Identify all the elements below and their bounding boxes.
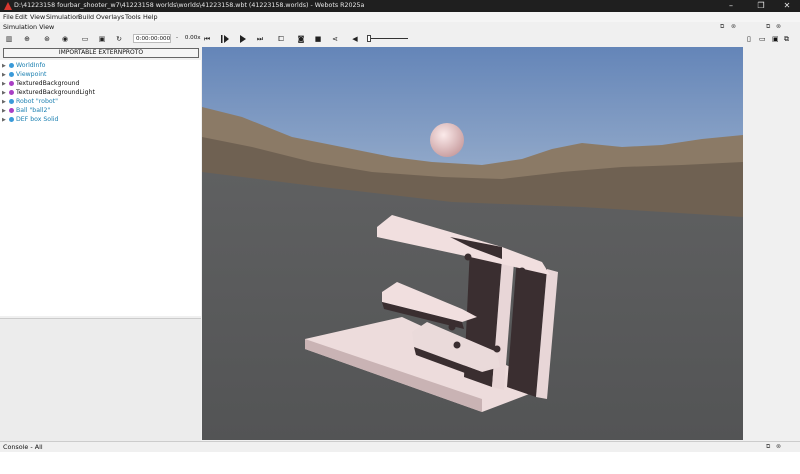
tree-item-label: DEF box Solid	[16, 116, 59, 123]
tree-item-label: TexturedBackground	[16, 80, 80, 87]
expand-arrow-icon[interactable]: ▶	[2, 63, 9, 69]
view-icon[interactable]: ◉	[60, 34, 70, 44]
menu-edit[interactable]: Edit	[15, 13, 27, 21]
step-icon[interactable]	[238, 34, 248, 44]
console-label: Console - All	[3, 443, 43, 451]
scene-tree: ▶ WorldInfo ▶ Viewpoint ▶ TexturedBackgr…	[0, 60, 201, 316]
tree-item-robot[interactable]: ▶ Robot "robot"	[2, 97, 58, 106]
console-output[interactable]	[0, 452, 800, 474]
robot-hole	[518, 267, 526, 275]
step-back-icon[interactable]: ⏮	[202, 34, 212, 44]
render-icon[interactable]: ⧠	[276, 34, 286, 44]
tree-item-label: WorldInfo	[16, 62, 46, 69]
close-button[interactable]: ✕	[776, 0, 798, 12]
tree-item-label: Robot "robot"	[16, 98, 58, 105]
expand-arrow-icon[interactable]: ▶	[2, 99, 9, 105]
console-close-icon[interactable]: ⊗	[776, 443, 781, 450]
menu-build[interactable]: Build	[78, 13, 94, 21]
node-dot-icon	[9, 117, 14, 122]
console-header: Console - All ⧉ ⊗	[0, 441, 800, 452]
menu-view[interactable]: View	[30, 13, 45, 21]
minimize-button[interactable]: –	[720, 0, 742, 12]
new-file-icon[interactable]: ▯	[747, 35, 751, 43]
save-all-icon[interactable]: ⧉	[784, 35, 789, 44]
tree-item-worldinfo[interactable]: ▶ WorldInfo	[2, 61, 45, 70]
node-dot-icon	[9, 72, 14, 77]
simulation-3d-viewport[interactable]	[202, 47, 743, 440]
menu-tools[interactable]: Tools	[125, 13, 141, 21]
add-node-icon[interactable]: ⊕	[22, 34, 32, 44]
robot-hole	[488, 269, 496, 277]
expand-arrow-icon[interactable]: ▶	[2, 90, 9, 96]
node-dot-icon	[9, 90, 14, 95]
speed-prefix: -	[176, 35, 179, 41]
robot-hole	[448, 323, 456, 331]
robot-hole	[493, 345, 501, 353]
panel-close-icon[interactable]: ⊗	[731, 23, 736, 30]
window-title: D:\41223158 fourbar_shooter_w7\41223158 …	[14, 2, 365, 9]
volume-icon[interactable]: ◀	[350, 34, 360, 44]
ball	[430, 123, 464, 157]
speed-readout: - 0.00x	[176, 35, 201, 41]
menu-file[interactable]: File	[3, 13, 14, 21]
console-float-icon[interactable]: ⧉	[766, 443, 770, 451]
open-file-icon[interactable]: ▭	[759, 35, 766, 43]
expand-arrow-icon[interactable]: ▶	[2, 72, 9, 78]
fast-forward-icon[interactable]: ⏭	[255, 34, 265, 44]
field-editor-panel	[0, 318, 201, 441]
speed-value: 0.00x	[184, 35, 201, 41]
maximize-button[interactable]: ❐	[750, 0, 772, 12]
simulation-view-label: Simulation View	[3, 23, 55, 31]
main-toolbar: ▥ ⊕ ⊛ ◉ ▭ ▣ ↻ ⏮ ⏭ ⧠ ◙ ■ ⋖ ◀	[0, 32, 800, 46]
window-titlebar: D:\41223158 fourbar_shooter_w7\41223158 …	[0, 0, 800, 12]
simulation-time: 0:00:00:000	[133, 34, 171, 43]
panel-float-icon-2[interactable]: ⧉	[766, 23, 770, 31]
panel-float-icon[interactable]: ⧉	[720, 23, 724, 31]
expand-arrow-icon[interactable]: ▶	[2, 117, 9, 123]
stop-icon[interactable]: ■	[313, 34, 323, 44]
node-dot-icon	[9, 81, 14, 86]
tree-item-texturedbackgroundlight[interactable]: ▶ TexturedBackgroundLight	[2, 88, 95, 97]
volume-slider-handle[interactable]	[367, 35, 371, 42]
open-icon[interactable]: ▭	[80, 34, 90, 44]
reload-icon[interactable]: ↻	[114, 34, 124, 44]
panel-close-icon-2[interactable]: ⊗	[776, 23, 781, 30]
tree-item-label: Viewpoint	[16, 71, 47, 78]
menu-help[interactable]: Help	[143, 13, 158, 21]
tree-item-label: TexturedBackgroundLight	[16, 89, 95, 96]
tree-item-label: Ball "ball2"	[16, 107, 51, 114]
share-icon[interactable]: ⋖	[330, 34, 340, 44]
robot-hole	[464, 253, 472, 261]
text-editor-panel: ▯ ▭ ▣ ⧉	[744, 32, 800, 440]
tree-item-texturedbackground[interactable]: ▶ TexturedBackground	[2, 79, 80, 88]
save-icon[interactable]: ▣	[97, 34, 107, 44]
play-icon[interactable]	[220, 34, 230, 44]
tree-item-viewpoint[interactable]: ▶ Viewpoint	[2, 70, 46, 79]
tree-item-ball[interactable]: ▶ Ball "ball2"	[2, 106, 50, 115]
robot-hole	[453, 341, 461, 349]
expand-arrow-icon[interactable]: ▶	[2, 81, 9, 87]
node-dot-icon	[9, 99, 14, 104]
scene-tree-icon[interactable]: ▥	[4, 34, 14, 44]
scene-render	[202, 47, 743, 440]
record-icon[interactable]: ◙	[296, 34, 306, 44]
importable-externproto-button[interactable]: IMPORTABLE EXTERNPROTO	[3, 48, 199, 58]
menu-bar: File Edit View Simulation Build Overlays…	[0, 12, 800, 22]
node-dot-icon	[9, 108, 14, 113]
volume-slider[interactable]	[368, 38, 408, 39]
menu-overlays[interactable]: Overlays	[96, 13, 124, 21]
tree-item-def-box-solid[interactable]: ▶ DEF box Solid	[2, 115, 58, 124]
menu-simulation[interactable]: Simulation	[46, 13, 80, 21]
reset-icon[interactable]: ⊛	[42, 34, 52, 44]
save-file-icon[interactable]: ▣	[772, 35, 779, 43]
expand-arrow-icon[interactable]: ▶	[2, 108, 9, 114]
node-dot-icon	[9, 63, 14, 68]
webots-icon	[4, 2, 12, 10]
